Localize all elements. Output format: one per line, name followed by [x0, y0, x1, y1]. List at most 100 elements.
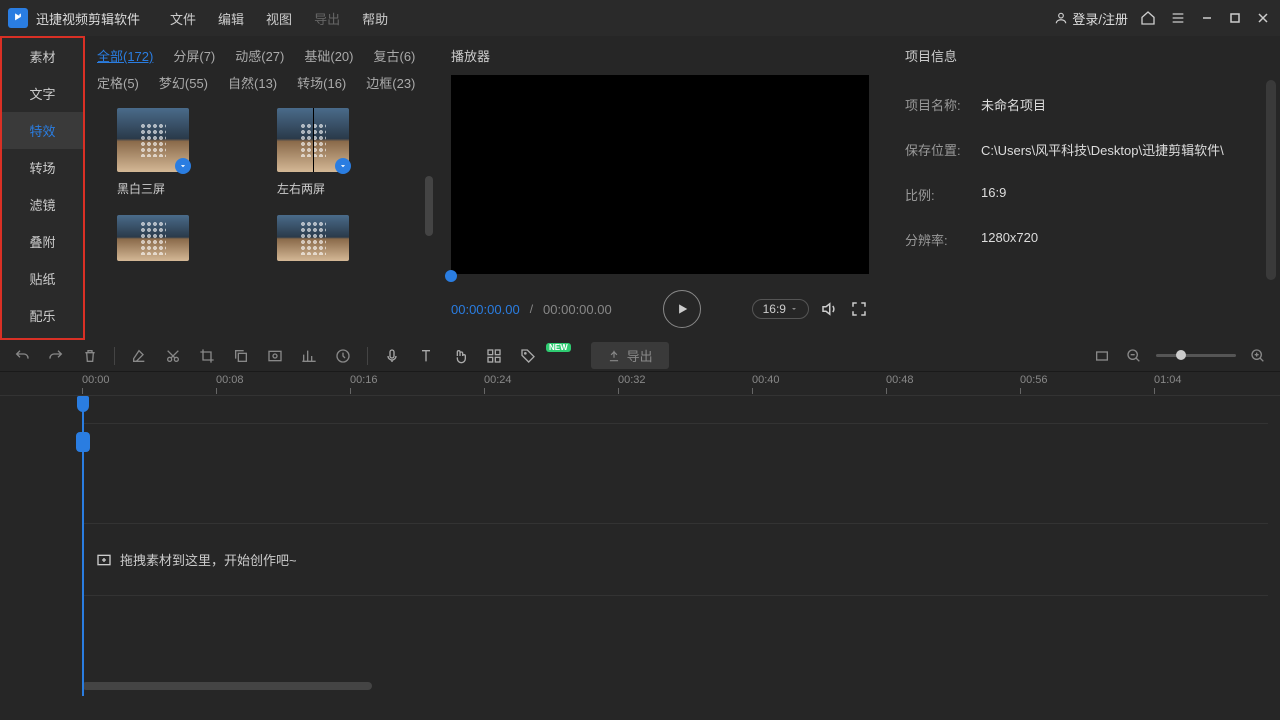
close-button[interactable] — [1254, 9, 1272, 27]
text-tool[interactable] — [416, 346, 436, 366]
filter-retro[interactable]: 复古(6) — [374, 46, 416, 65]
effect-item[interactable] — [117, 215, 207, 269]
effect-item[interactable] — [277, 215, 367, 269]
timeline-tracks[interactable]: 拖拽素材到这里，开始创作吧~ — [0, 396, 1280, 696]
download-icon — [335, 158, 351, 174]
sidebar-item-text[interactable]: 文字 — [2, 75, 83, 112]
export-button[interactable]: 导出 — [591, 342, 669, 369]
sidebar-item-sticker[interactable]: 贴纸 — [2, 260, 83, 297]
asset-scrollbar[interactable] — [425, 176, 433, 236]
filter-all[interactable]: 全部(172) — [97, 46, 153, 65]
crop-tool[interactable] — [197, 346, 217, 366]
maximize-button[interactable] — [1226, 9, 1244, 27]
sidebar-item-overlay[interactable]: 叠附 — [2, 223, 83, 260]
drop-hint: 拖拽素材到这里，开始创作吧~ — [82, 524, 1268, 595]
timeline-ruler[interactable]: 00:00 00:08 00:16 00:24 00:32 00:40 00:4… — [0, 372, 1280, 396]
menu-file[interactable]: 文件 — [160, 5, 206, 32]
redo-button[interactable] — [46, 346, 66, 366]
playhead[interactable] — [82, 396, 84, 696]
track-row[interactable] — [82, 596, 1268, 686]
zoom-slider[interactable] — [1156, 354, 1236, 357]
effect-thumb — [117, 108, 189, 172]
fullscreen-button[interactable] — [849, 299, 869, 319]
menu-hamburger-button[interactable] — [1168, 8, 1188, 28]
player-progress[interactable] — [451, 274, 869, 278]
screenshot-tool[interactable] — [265, 346, 285, 366]
sidebar-item-filter[interactable]: 滤镜 — [2, 186, 83, 223]
total-time: 00:00:00.00 — [543, 302, 612, 317]
track-row-main[interactable]: 拖拽素材到这里，开始创作吧~ — [82, 524, 1268, 596]
project-scrollbar[interactable] — [1266, 80, 1276, 280]
fit-tool[interactable] — [1092, 346, 1112, 366]
mic-tool[interactable] — [382, 346, 402, 366]
effect-thumb — [277, 215, 349, 261]
aspect-ratio-selector[interactable]: 16:9 — [752, 299, 809, 319]
menu-help[interactable]: 帮助 — [352, 5, 398, 32]
layers-tool[interactable] — [484, 346, 504, 366]
user-icon — [1054, 11, 1068, 25]
download-icon — [175, 158, 191, 174]
copy-tool[interactable] — [231, 346, 251, 366]
timeline: NEW 导出 00:00 00:08 00:16 00:24 00:32 00:… — [0, 340, 1280, 720]
speed-tool[interactable] — [333, 346, 353, 366]
app-title: 迅捷视频剪辑软件 — [36, 9, 140, 28]
ruler-mark: 00:00 — [82, 374, 110, 386]
sidebar-item-effects[interactable]: 特效 — [2, 112, 83, 149]
home-button[interactable] — [1138, 8, 1158, 28]
filter-basic[interactable]: 基础(20) — [304, 46, 353, 65]
ruler-mark: 00:56 — [1020, 374, 1048, 386]
play-button[interactable] — [663, 290, 701, 328]
progress-handle[interactable] — [445, 270, 457, 282]
filter-dynamic[interactable]: 动感(27) — [235, 46, 284, 65]
sidebar-item-material[interactable]: 素材 — [2, 38, 83, 75]
filter-transition[interactable]: 转场(16) — [297, 73, 346, 92]
filter-tags: 全部(172) 分屏(7) 动感(27) 基础(20) 复古(6) 定格(5) … — [97, 46, 423, 92]
proj-name-label: 项目名称: — [905, 95, 981, 114]
effect-item[interactable]: 黑白三屏 — [117, 108, 207, 197]
ratio-value: 16:9 — [763, 302, 786, 316]
zoom-handle[interactable] — [1176, 350, 1186, 360]
filter-border[interactable]: 边框(23) — [366, 73, 415, 92]
track-row[interactable] — [82, 396, 1268, 424]
effect-grid-row2 — [97, 215, 423, 269]
menu-edit[interactable]: 编辑 — [208, 5, 254, 32]
stats-tool[interactable] — [299, 346, 319, 366]
effect-name: 黑白三屏 — [117, 180, 207, 197]
track-row[interactable] — [82, 424, 1268, 524]
player-screen[interactable] — [451, 75, 869, 274]
proj-path-label: 保存位置: — [905, 140, 981, 159]
proj-ratio-label: 比例: — [905, 185, 981, 204]
hand-tool[interactable] — [450, 346, 470, 366]
ruler-mark: 00:16 — [350, 374, 378, 386]
tag-tool[interactable] — [518, 346, 538, 366]
filter-split[interactable]: 分屏(7) — [173, 46, 215, 65]
edit-tool[interactable] — [129, 346, 149, 366]
sidebar-item-music[interactable]: 配乐 — [2, 297, 83, 334]
app-logo — [8, 8, 28, 28]
effect-item[interactable]: 左右两屏 — [277, 108, 367, 197]
proj-name-value: 未命名项目 — [981, 95, 1046, 114]
sidebar-item-transition[interactable]: 转场 — [2, 149, 83, 186]
login-button[interactable]: 登录/注册 — [1054, 9, 1128, 28]
titlebar: 迅捷视频剪辑软件 文件 编辑 视图 导出 帮助 登录/注册 — [0, 0, 1280, 36]
ruler-mark: 00:32 — [618, 374, 646, 386]
asset-panel: 全部(172) 分屏(7) 动感(27) 基础(20) 复古(6) 定格(5) … — [85, 36, 435, 340]
chevron-down-icon — [790, 305, 798, 313]
timeline-toolbar: NEW 导出 — [0, 340, 1280, 372]
undo-button[interactable] — [12, 346, 32, 366]
zoom-out-button[interactable] — [1124, 346, 1144, 366]
player-panel: 播放器 00:00:00.00 / 00:00:00.00 16:9 — [435, 36, 885, 340]
menu-view[interactable]: 视图 — [256, 5, 302, 32]
proj-ratio-value: 16:9 — [981, 185, 1006, 204]
volume-button[interactable] — [819, 299, 839, 319]
timeline-h-scrollbar[interactable] — [82, 682, 372, 690]
filter-freeze[interactable]: 定格(5) — [97, 73, 139, 92]
playhead-handle[interactable] — [76, 432, 90, 452]
filter-dream[interactable]: 梦幻(55) — [159, 73, 208, 92]
delete-button[interactable] — [80, 346, 100, 366]
filter-nature[interactable]: 自然(13) — [228, 73, 277, 92]
main-area: 素材 文字 特效 转场 滤镜 叠附 贴纸 配乐 全部(172) 分屏(7) 动感… — [0, 36, 1280, 340]
zoom-in-button[interactable] — [1248, 346, 1268, 366]
cut-tool[interactable] — [163, 346, 183, 366]
minimize-button[interactable] — [1198, 9, 1216, 27]
